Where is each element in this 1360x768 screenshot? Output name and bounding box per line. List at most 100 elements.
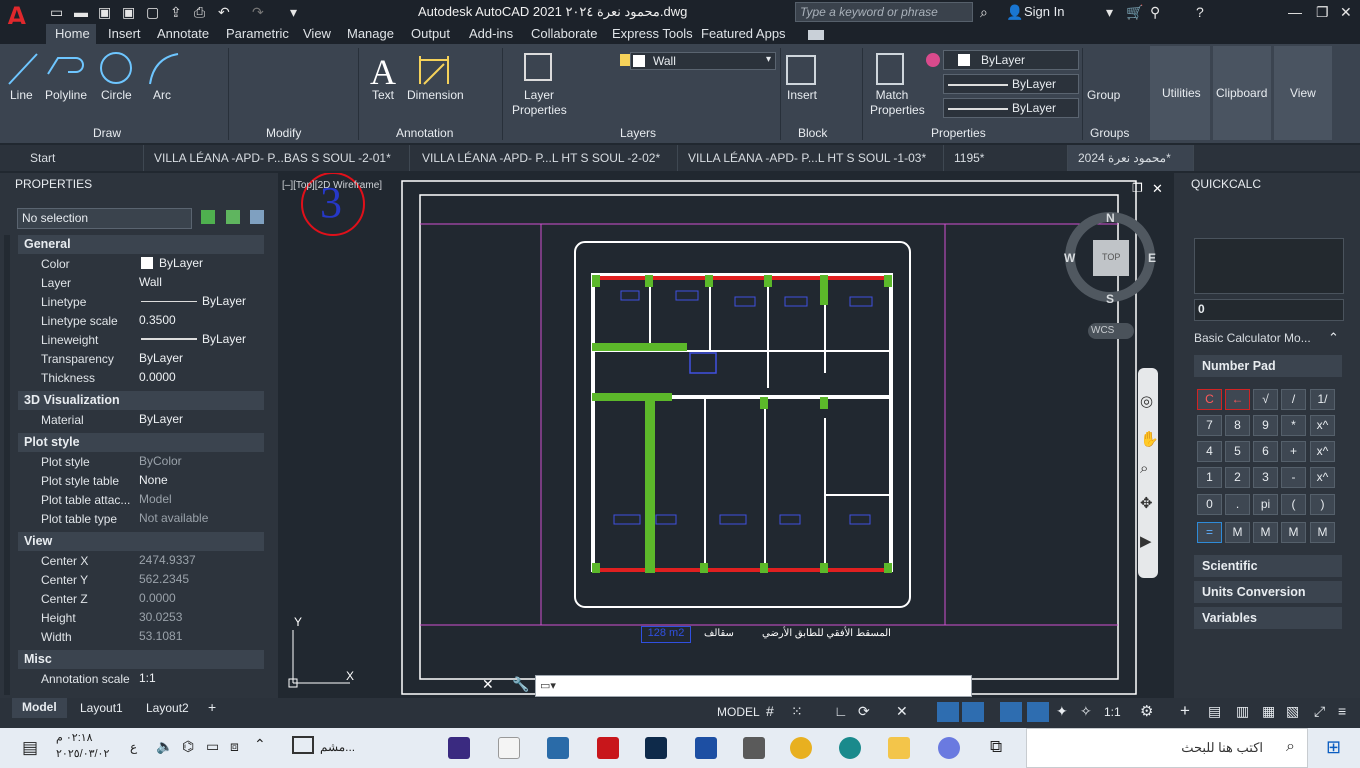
print-icon[interactable]: ⎙ xyxy=(194,3,205,21)
viewcube-top[interactable]: TOP xyxy=(1102,252,1120,262)
3dsmax-icon[interactable] xyxy=(547,737,569,759)
orbit-icon[interactable]: ✥ xyxy=(1140,494,1153,512)
compass-north[interactable]: N xyxy=(1106,211,1115,225)
minimize-icon[interactable]: — xyxy=(1288,3,1302,21)
chevron-up-icon[interactable]: ⌃ xyxy=(254,736,266,753)
calc-key[interactable]: * xyxy=(1281,415,1306,436)
tab-annotate[interactable]: Annotate xyxy=(157,26,209,41)
layer-dropdown[interactable]: Wall ▾ xyxy=(630,52,776,70)
object-snap-icon[interactable]: ✕ xyxy=(896,703,908,720)
draw-panel-title[interactable]: Draw xyxy=(93,126,121,140)
calculator-icon[interactable] xyxy=(743,737,765,759)
calc-key[interactable]: M xyxy=(1310,522,1335,543)
line-button[interactable]: Line xyxy=(10,88,33,102)
dynamic-ucs-icon[interactable] xyxy=(937,702,959,722)
calc-key[interactable]: x^ xyxy=(1310,467,1335,488)
search-icon[interactable]: ⌕ xyxy=(980,3,988,21)
calc-key[interactable]: 1/ xyxy=(1310,389,1335,410)
calc-key[interactable]: . xyxy=(1225,494,1250,515)
calc-key[interactable]: M xyxy=(1225,522,1250,543)
tab-view[interactable]: View xyxy=(303,26,331,41)
notification-icon[interactable]: ▤ xyxy=(22,738,38,758)
doc-tab-active[interactable]: محمود نعرة 2024* xyxy=(1068,145,1194,171)
layers-panel-title[interactable]: Layers xyxy=(620,126,656,140)
task-view-icon[interactable]: ⧉ xyxy=(990,737,1002,757)
lineweight-dropdown[interactable]: ByLayer xyxy=(943,98,1079,118)
section-plot-style[interactable]: Plot style xyxy=(18,433,264,452)
calc-key[interactable]: x^ xyxy=(1310,441,1335,462)
calc-key[interactable]: 4 xyxy=(1197,441,1222,462)
circle-button[interactable]: Circle xyxy=(101,88,132,102)
cart-icon[interactable]: 🛒 xyxy=(1126,3,1143,21)
layout1-tab[interactable]: Layout1 xyxy=(80,701,123,715)
quick-select-icon[interactable] xyxy=(250,210,264,224)
calc-key[interactable]: C xyxy=(1197,389,1222,410)
group-button[interactable]: Group xyxy=(1087,88,1120,102)
calc-key[interactable]: ← xyxy=(1225,389,1250,410)
section-3d-visualization[interactable]: 3D Visualization xyxy=(18,391,264,410)
clean-screen-icon[interactable]: ▧ xyxy=(1286,703,1299,720)
isolate-icon[interactable]: ▥ xyxy=(1236,703,1249,720)
doc-tab[interactable]: VILLA LÉANA -APD- P...L HT S SOUL -1-03* xyxy=(678,145,944,171)
calc-key[interactable]: / xyxy=(1281,389,1306,410)
prop-value[interactable]: ByLayer xyxy=(139,412,183,426)
calc-input[interactable]: 0 xyxy=(1194,299,1344,321)
battery-icon[interactable]: ▭ xyxy=(206,738,219,755)
properties-panel-title[interactable]: Properties xyxy=(931,126,986,140)
calc-key[interactable]: 0 xyxy=(1197,494,1222,515)
calc-key[interactable]: ( xyxy=(1281,494,1306,515)
tab-featured-apps[interactable]: Featured Apps xyxy=(701,26,786,41)
prop-value[interactable]: ByLayer xyxy=(202,294,246,308)
settings-icon[interactable]: ⚙ xyxy=(1140,702,1153,720)
app-window-icon[interactable] xyxy=(292,736,314,754)
palette-side-bar[interactable] xyxy=(4,235,10,695)
polyline-button[interactable]: Polyline xyxy=(45,88,87,102)
calc-key[interactable]: ) xyxy=(1310,494,1335,515)
calc-key[interactable]: + xyxy=(1281,441,1306,462)
tab-manage[interactable]: Manage xyxy=(347,26,394,41)
model-space-button[interactable]: MODEL xyxy=(717,705,760,719)
annotation-panel-title[interactable]: Annotation xyxy=(396,126,453,140)
calc-key[interactable]: - xyxy=(1281,467,1306,488)
utilities-button[interactable]: Utilities xyxy=(1150,46,1210,140)
compass-west[interactable]: W xyxy=(1064,251,1075,265)
file-icon[interactable] xyxy=(498,737,520,759)
edge-icon[interactable] xyxy=(839,737,861,759)
block-panel-title[interactable]: Block xyxy=(798,126,827,140)
calc-key[interactable]: 5 xyxy=(1225,441,1250,462)
network-icon[interactable]: ⌬ xyxy=(182,738,194,755)
auto-scale-icon[interactable]: ✦ xyxy=(1056,703,1068,720)
clipboard-button[interactable]: Clipboard xyxy=(1213,46,1271,140)
tab-collaborate[interactable]: Collaborate xyxy=(531,26,598,41)
calc-key[interactable]: 3 xyxy=(1253,467,1278,488)
calc-key[interactable]: 6 xyxy=(1253,441,1278,462)
wcs-menu[interactable]: WCS xyxy=(1091,325,1114,336)
lineweight-display-icon[interactable] xyxy=(1000,702,1022,722)
selection-dropdown[interactable]: No selection xyxy=(17,208,192,229)
zoom-icon[interactable]: ⌕ xyxy=(1140,460,1148,477)
open-icon[interactable]: ▬ xyxy=(74,3,88,21)
command-line-input[interactable]: ▭▾ xyxy=(535,675,972,697)
save-as-icon[interactable]: ▣ xyxy=(122,3,135,21)
color-dropdown[interactable]: ByLayer xyxy=(943,50,1079,70)
prop-value[interactable]: ByLayer xyxy=(139,351,183,365)
tab-add-ins[interactable]: Add-ins xyxy=(469,26,513,41)
number-pad-section[interactable]: Number Pad xyxy=(1194,355,1342,377)
doc-tab[interactable]: VILLA LÉANA -APD- P...L HT S SOUL -2-02* xyxy=(412,145,678,171)
layout2-tab[interactable]: Layout2 xyxy=(146,701,189,715)
match-properties-button[interactable]: Match Properties xyxy=(870,88,925,118)
snap-icon[interactable]: ⁙ xyxy=(791,703,803,720)
select-objects-icon[interactable] xyxy=(226,210,240,224)
toggle-pickadd-icon[interactable] xyxy=(201,210,215,224)
calc-key[interactable]: 8 xyxy=(1225,415,1250,436)
grid-icon[interactable]: # xyxy=(766,703,774,719)
calc-key[interactable]: = xyxy=(1197,522,1222,543)
copilot-icon[interactable] xyxy=(938,737,960,759)
calc-key[interactable]: √ xyxy=(1253,389,1278,410)
ortho-icon[interactable]: ∟ xyxy=(834,703,848,719)
insert-block-button[interactable]: Insert xyxy=(787,88,817,102)
prop-value[interactable]: ByLayer xyxy=(159,256,203,270)
collapse-icon[interactable]: ⌃ xyxy=(1328,330,1339,346)
help-icon[interactable]: ? xyxy=(1196,3,1204,21)
calc-key[interactable]: 2 xyxy=(1225,467,1250,488)
